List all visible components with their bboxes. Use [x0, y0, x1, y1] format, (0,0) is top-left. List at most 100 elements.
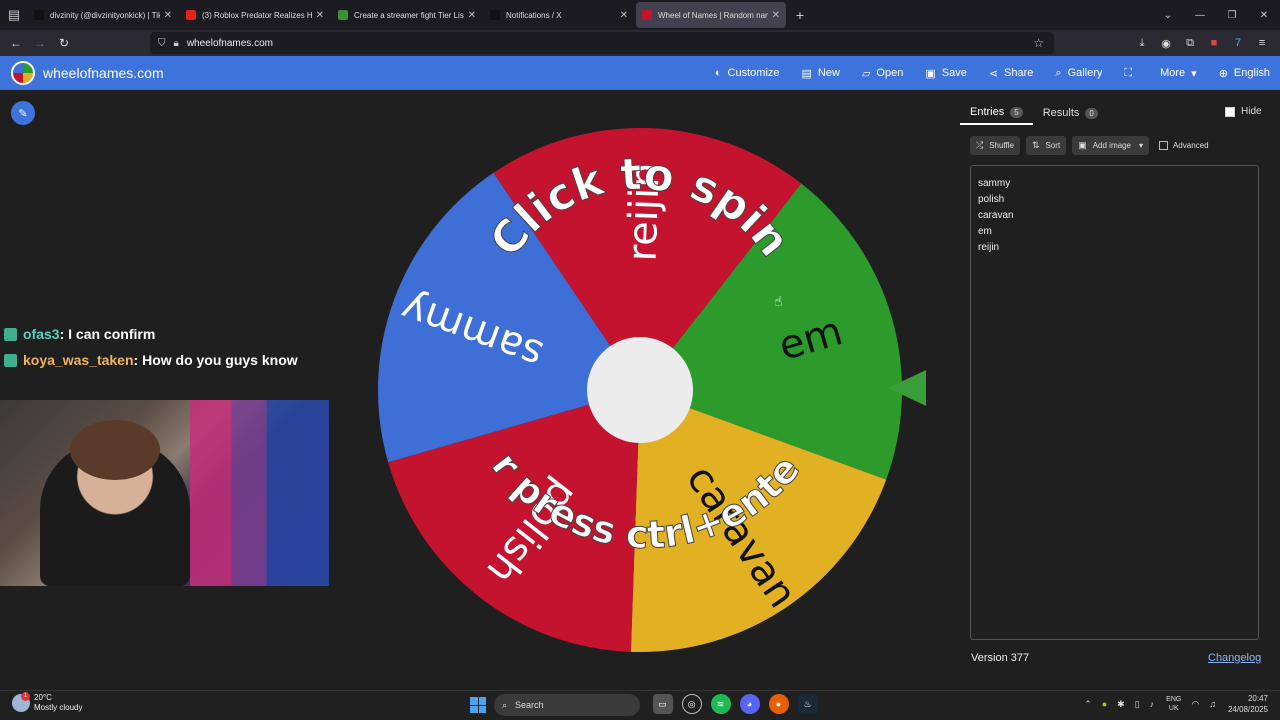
changelog-link[interactable]: Changelog [1208, 652, 1261, 664]
task-view-icon[interactable]: ▭ [652, 694, 673, 714]
entry-line: polish [978, 194, 1005, 205]
restore-button[interactable]: ❐ [1216, 10, 1248, 21]
menu-label: More [1160, 67, 1186, 79]
edit-pencil-button[interactable]: ✎ [11, 101, 35, 125]
tray-chevron-up-icon[interactable]: ⌃ [1084, 699, 1092, 710]
extension-red-icon[interactable]: ■ [1202, 37, 1226, 49]
spotify-icon[interactable]: ≋ [710, 694, 731, 714]
browser-nav-bar: ← → ↻ ⛉ 🔒︎ wheelofnames.com ☆ ⤓ ◉ ⧉ ■ 7 … [0, 30, 1280, 56]
tray-usb-icon[interactable]: ▯ [1135, 699, 1140, 710]
entries-toolbar: ⤮ Shuffle ⇅ Sort ▣ Add image ▾ Advanced [970, 136, 1209, 155]
entry-line: em [978, 226, 992, 237]
taskbar-search[interactable]: ⌕ Search [494, 694, 640, 716]
close-tab-icon[interactable]: ✕ [316, 10, 324, 21]
streamer-hair [70, 420, 160, 480]
tab-results[interactable]: Results 0 [1033, 101, 1108, 125]
discord-icon[interactable]: ◕ [739, 694, 760, 714]
shuffle-button[interactable]: ⤮ Shuffle [970, 136, 1020, 155]
extension-7tv-icon[interactable]: 7 [1226, 37, 1250, 49]
wheel-logo-icon[interactable] [11, 61, 35, 85]
weather-widget[interactable]: 1 20°C Mostly cloudy [12, 692, 82, 713]
steam-icon[interactable]: ♨ [797, 694, 818, 714]
sort-button[interactable]: ⇅ Sort [1025, 136, 1067, 155]
tray-mic-icon[interactable]: ♪ [1150, 699, 1155, 709]
chat-badge-icon [4, 327, 17, 341]
brand-name[interactable]: wheelofnames.com [43, 65, 164, 81]
minimize-button[interactable]: — [1184, 10, 1216, 21]
chat-line-1: ofas3 : I can confirm [4, 326, 155, 342]
close-tab-icon[interactable]: ✕ [468, 10, 476, 21]
xbox-icon[interactable]: ◎ [681, 694, 702, 714]
sidebar-tabs: Entries 5 Results 0 [960, 101, 1270, 125]
entries-count-badge: 5 [1010, 106, 1023, 118]
menu-label: Save [941, 67, 967, 79]
menu-more-button[interactable]: More ▾ [1160, 67, 1197, 80]
extensions-icon[interactable]: ⧉ [1178, 37, 1202, 50]
tray-app-icon[interactable]: ● [1102, 699, 1107, 709]
tab-list-icon[interactable]: ▤ [0, 0, 28, 30]
tab-title: (3) Roblox Predator Realizes He [202, 10, 312, 20]
browser-tab[interactable]: Notifications / X ✕ [484, 2, 634, 28]
downloads-icon[interactable]: ⤓ [1130, 37, 1154, 50]
shuffle-icon: ⤮ [976, 140, 984, 150]
clock[interactable]: 20:47 24/08/2025 [1228, 693, 1268, 715]
advanced-toggle[interactable]: Advanced [1158, 141, 1209, 150]
cloud-icon: 1 [12, 692, 30, 712]
bookmark-star-icon[interactable]: ☆ [1033, 36, 1044, 50]
entry-line: caravan [978, 210, 1014, 221]
clock-time: 20:47 [1247, 694, 1268, 703]
new-tab-button[interactable]: + [788, 7, 812, 23]
menu-new-button[interactable]: ▤ New [802, 67, 840, 80]
forward-button[interactable]: → [28, 36, 52, 50]
clock-date: 24/08/2025 [1227, 705, 1268, 714]
close-window-button[interactable]: ✕ [1248, 10, 1280, 21]
close-tab-icon[interactable]: ✕ [620, 10, 628, 21]
background-flag [190, 400, 329, 586]
reload-button[interactable]: ↻ [52, 36, 76, 50]
language-indicator[interactable]: ENG UK [1166, 695, 1181, 713]
menu-label: Gallery [1067, 67, 1103, 79]
menu-label: Share [1004, 67, 1034, 79]
wheel[interactable]: emcaravanpolishsammyreijinClick to spino… [362, 91, 904, 654]
menu-share-button[interactable]: ⋖ Share [989, 67, 1034, 80]
lang-top: ENG [1166, 696, 1182, 703]
advanced-checkbox[interactable] [1158, 141, 1168, 150]
url-bar[interactable]: ⛉ 🔒︎ wheelofnames.com ☆ [150, 32, 1054, 54]
wheel-hub[interactable] [587, 337, 693, 443]
close-tab-icon[interactable]: ✕ [164, 10, 172, 21]
browser-tab-bar: ▤ divzinity (@divzinityonkick) | Tik ✕ (3)… [0, 0, 1280, 30]
menu-customize-button[interactable]: ◐ Customize [715, 67, 780, 79]
hide-toggle[interactable]: Hide [1225, 106, 1262, 117]
shield-icon[interactable]: ⛉ [158, 38, 166, 49]
close-tab-icon[interactable]: ✕ [772, 10, 780, 21]
save-icon: ▣ [925, 67, 936, 80]
entries-textarea[interactable]: sammy polish caravan em reijin [970, 165, 1259, 640]
tray-bluetooth-icon[interactable]: ✱ [1117, 699, 1125, 710]
menu-icon[interactable]: ≡ [1250, 37, 1274, 49]
wheel-svg[interactable]: emcaravanpolishsammyreijinClick to spino… [362, 91, 904, 654]
browser-tab[interactable]: Create a streamer fight Tier List ✕ [332, 2, 482, 28]
volume-icon[interactable]: ♫ [1209, 699, 1216, 709]
menu-gallery-button[interactable]: ⌕ Gallery [1055, 67, 1102, 80]
account-icon[interactable]: ◉ [1154, 37, 1178, 50]
wifi-icon[interactable]: ◠ [1191, 699, 1199, 710]
firefox-icon[interactable]: ● [768, 694, 789, 714]
lock-icon[interactable]: 🔒︎ [174, 38, 179, 49]
back-button[interactable]: ← [4, 36, 28, 50]
hand-cursor-icon: ☝︎ [774, 293, 783, 309]
menu-fullscreen-button[interactable]: ⛶ [1124, 67, 1138, 80]
browser-tab[interactable]: (3) Roblox Predator Realizes He ✕ [180, 2, 330, 28]
tab-title: Wheel of Names | Random nam [658, 10, 768, 20]
tab-entries[interactable]: Entries 5 [960, 101, 1033, 125]
app-header: wheelofnames.com ◐ Customize ▤ New ▱ Open ▣ Sav… [0, 56, 1280, 90]
menu-open-button[interactable]: ▱ Open [862, 67, 903, 80]
menu-save-button[interactable]: ▣ Save [925, 67, 966, 80]
hide-checkbox[interactable] [1225, 106, 1235, 117]
add-image-button[interactable]: ▣ Add image ▾ [1072, 136, 1149, 155]
browser-tab[interactable]: Wheel of Names | Random nam ✕ [636, 2, 786, 28]
start-button[interactable] [470, 697, 486, 713]
tab-title: divzinity (@divzinityonkick) | Tik [50, 10, 160, 20]
list-all-tabs-icon[interactable]: ⌄ [1152, 10, 1184, 21]
menu-english-button[interactable]: ⊕ English [1219, 67, 1270, 80]
browser-tab[interactable]: divzinity (@divzinityonkick) | Tik ✕ [28, 2, 178, 28]
